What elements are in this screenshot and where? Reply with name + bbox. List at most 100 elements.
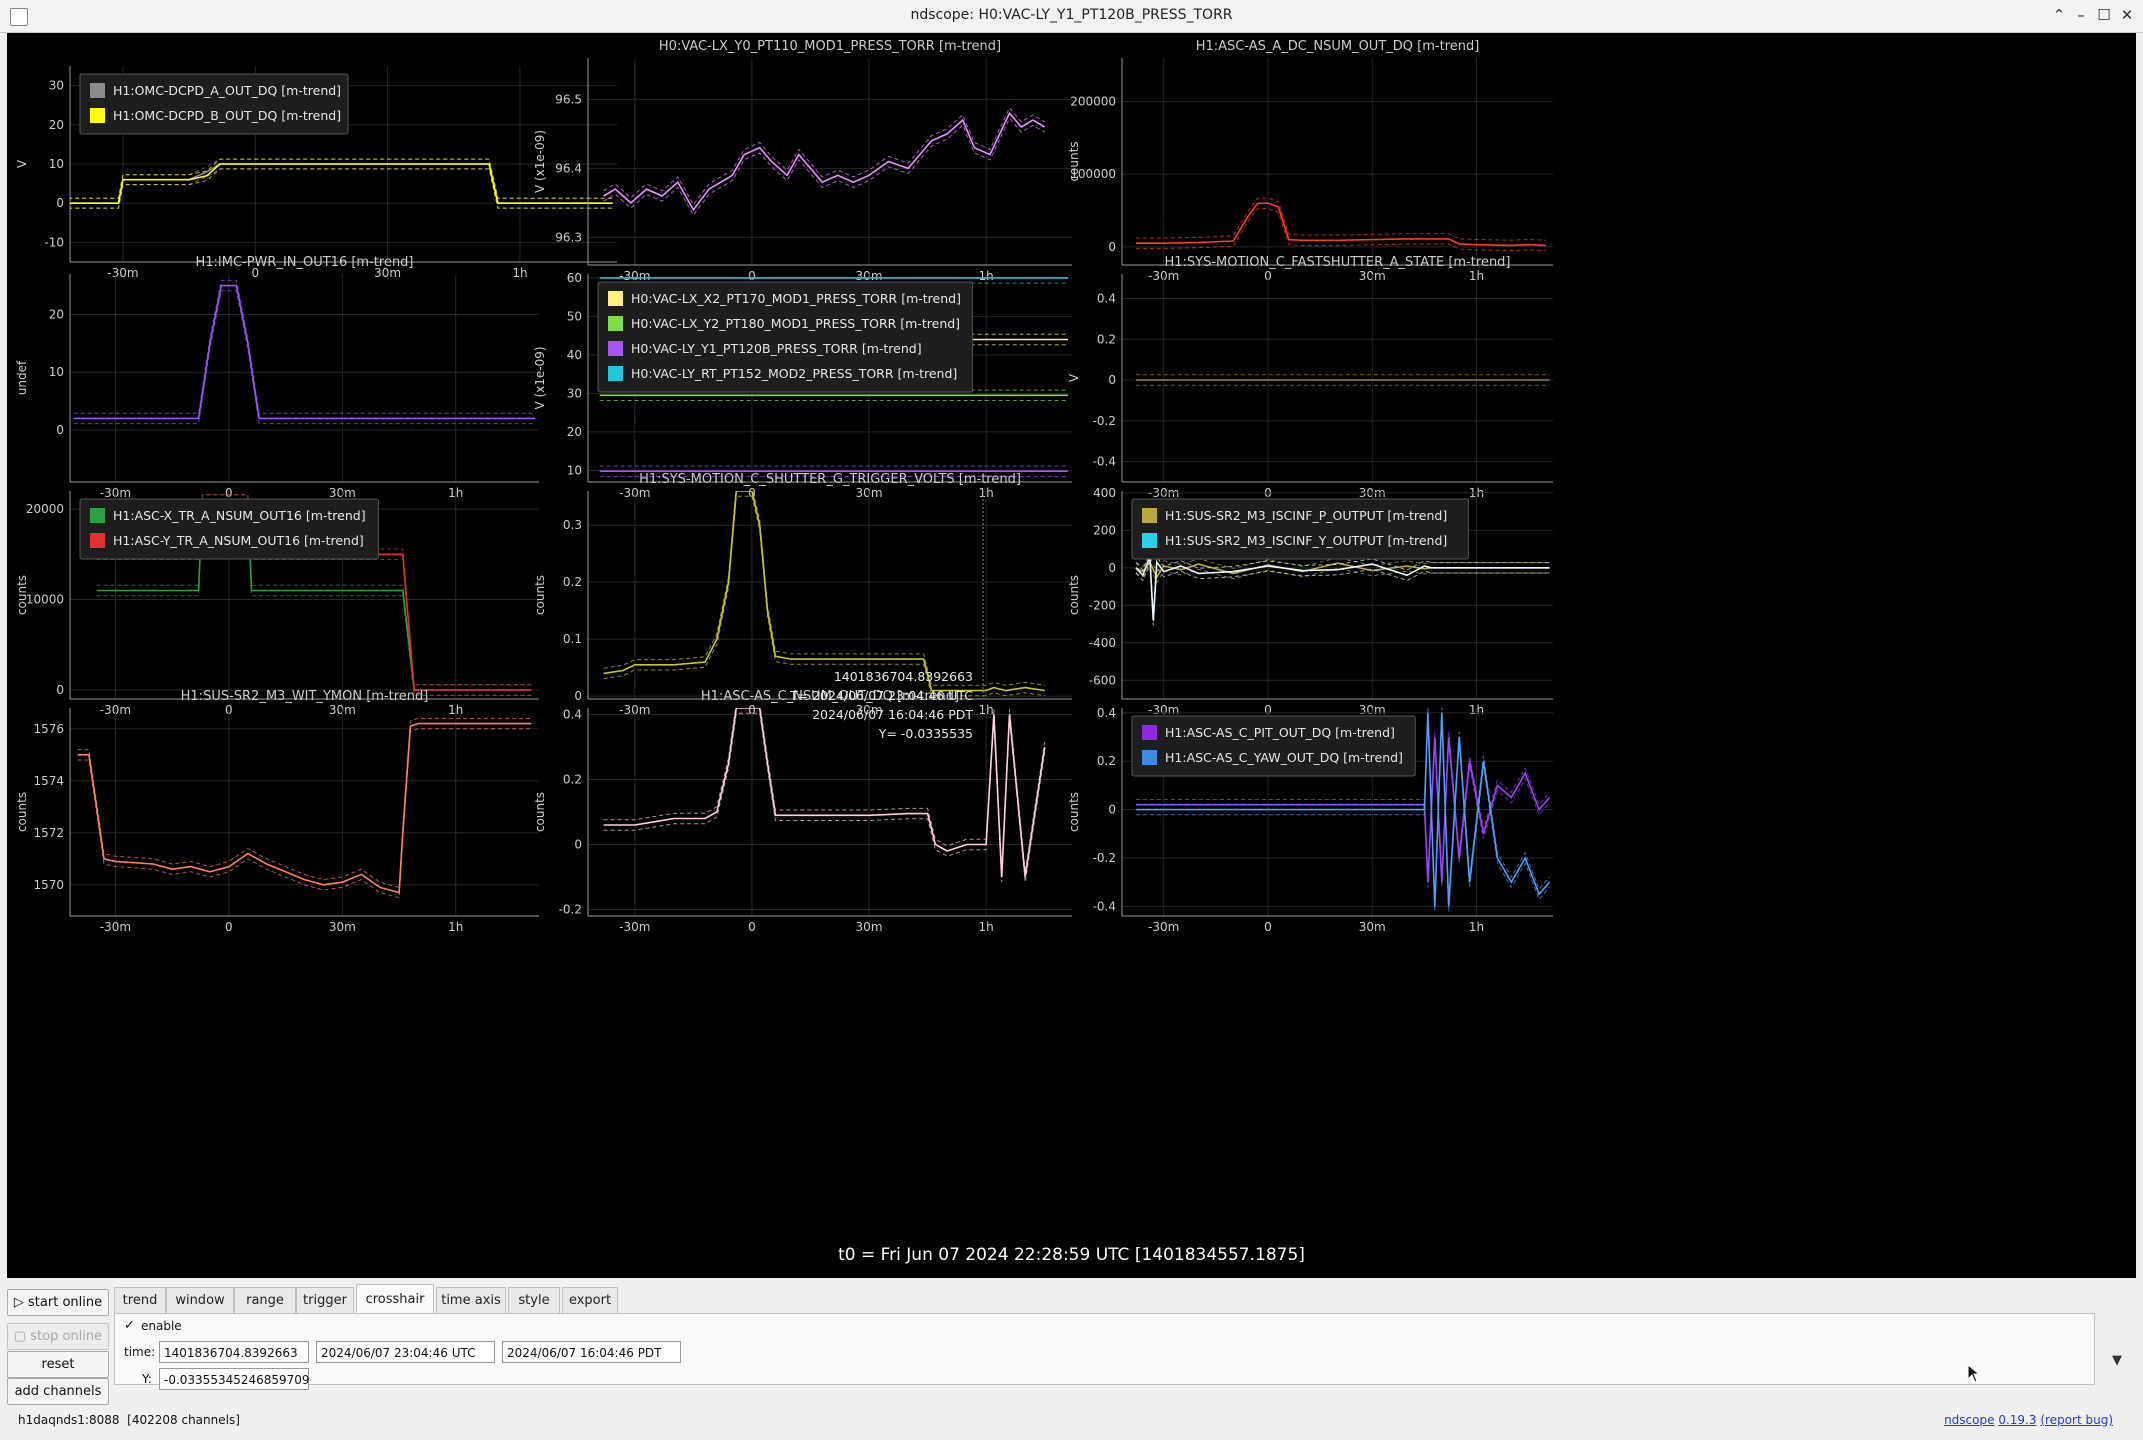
legend-entry: H1:OMC-DCPD_B_OUT_DQ [m-trend] xyxy=(113,108,341,123)
tab-trend[interactable]: trend xyxy=(114,1287,166,1314)
y-tick-label: 0.2 xyxy=(1097,332,1116,346)
version-link[interactable]: 0.19.3 xyxy=(1998,1413,2036,1427)
legend-swatch xyxy=(1142,533,1157,548)
y-axis-label: V xyxy=(1067,373,1081,382)
y-tick-label: 0.2 xyxy=(563,773,582,787)
plot-panel-8: H1:SYS-MOTION_C_SHUTTER_G_TRIGGER_VOLTS … xyxy=(533,472,1072,717)
y-tick-label: 0 xyxy=(574,838,582,852)
reset-button[interactable]: reset xyxy=(7,1351,109,1378)
tab-export[interactable]: export xyxy=(562,1287,618,1314)
series-line-1 xyxy=(77,722,532,894)
report-bug-link[interactable]: (report bug) xyxy=(2040,1413,2113,1427)
series-line-1 xyxy=(1135,202,1547,247)
enable-checkbox[interactable]: ✓ xyxy=(124,1318,135,1333)
y-tick-label: 20 xyxy=(49,118,64,132)
legend-entry: H0:VAC-LY_RT_PT152_MOD2_PRESS_TORR [m-tr… xyxy=(631,366,957,381)
series-min-line xyxy=(603,495,1045,697)
series-group xyxy=(1135,374,1550,386)
legend-swatch xyxy=(608,316,623,331)
series-max-line xyxy=(1135,197,1547,241)
window-title: ndscope: H0:VAC-LY_Y1_PT120B_PRESS_TORR xyxy=(910,7,1233,23)
y-axis-label: V (x1e-09) xyxy=(533,346,547,409)
y-tick-label: 10 xyxy=(49,365,64,379)
y-tick-label: 0 xyxy=(1108,240,1116,254)
series-group xyxy=(603,491,1045,697)
ndscope-link[interactable]: ndscope xyxy=(1944,1413,1994,1427)
y-value-field[interactable]: -0.03355345246859709 xyxy=(159,1368,310,1390)
x-tick-label: 1h xyxy=(512,266,527,280)
series-min-line xyxy=(73,290,536,425)
plot-panel-1: V3020100-10-30m 0 30m 1hH1:OMC-DCPD_A_OUT_D… xyxy=(15,66,617,280)
y-tick-label: 1572 xyxy=(33,826,64,840)
y-tick-label: 96.4 xyxy=(555,161,582,175)
channel-count: [402208 channels] xyxy=(127,1413,240,1427)
plot-panel-3: H1:ASC-AS_A_DC_NSUM_OUT_DQ [m-trend]coun… xyxy=(1067,39,1553,283)
plot-grid[interactable]: V 30 20 10 0 -10 -30m 0 30m 1h H1:OMC-DCPD_A_OUT_D… xyxy=(7,33,2136,1278)
plot-title: H1:ASC-AS_A_DC_NSUM_OUT_DQ [m-trend] xyxy=(1196,39,1480,54)
legend-swatch xyxy=(90,108,105,123)
legend-entry: H1:SUS-SR2_M3_ISCINF_Y_OUTPUT [m-trend] xyxy=(1165,533,1447,548)
plot-title: H1:SUS-SR2_M3_WIT_YMON [m-trend] xyxy=(181,689,429,704)
series-group xyxy=(70,158,613,209)
legend-swatch xyxy=(1142,750,1157,765)
tab-trigger[interactable]: trigger xyxy=(296,1287,354,1314)
y-tick-label: -0.2 xyxy=(559,903,582,917)
legend-swatch xyxy=(608,341,623,356)
help-icon[interactable]: ⌃ xyxy=(2048,4,2070,26)
x-tick-label: -30m xyxy=(619,920,650,934)
plot-title: H1:SYS-MOTION_C_SHUTTER_G_TRIGGER_VOLTS … xyxy=(639,472,1021,487)
time-label: time: xyxy=(124,1345,156,1359)
legend-swatch xyxy=(608,291,623,306)
plots-canvas[interactable]: V 30 20 10 0 -10 -30m 0 30m 1h H1:OMC-DCPD_A_OUT_D… xyxy=(7,33,2136,1278)
start-online-button[interactable]: ▷ start online xyxy=(7,1289,109,1316)
tab-time-axis[interactable]: time axis xyxy=(436,1287,506,1314)
y-axis-label: counts xyxy=(15,792,29,832)
status-bar: h1daqnds1:8088 [402208 channels] xyxy=(18,1413,240,1427)
x-tick-label: 30m xyxy=(1359,920,1386,934)
add-channels-button[interactable]: add channels xyxy=(7,1378,109,1405)
time-gps-field[interactable]: 1401836704.8392663 xyxy=(159,1341,309,1363)
close-icon[interactable]: ✕ xyxy=(2116,4,2138,26)
tab-window[interactable]: window xyxy=(166,1287,234,1314)
y-tick-label: 1570 xyxy=(33,878,64,892)
about-info: ndscope 0.19.3 (report bug) xyxy=(1944,1413,2113,1427)
y-axis-label: V (x1e-09) xyxy=(533,130,547,193)
expand-panel-icon[interactable]: ▼ xyxy=(2112,1353,2122,1368)
y-tick-label: -0.2 xyxy=(1093,414,1116,428)
y-tick-label: 30 xyxy=(567,386,582,400)
y-tick-label: 0.2 xyxy=(563,575,582,589)
tab-range[interactable]: range xyxy=(234,1287,296,1314)
time-utc-field[interactable]: 2024/06/07 23:04:46 UTC xyxy=(316,1341,495,1363)
series-group xyxy=(1135,551,1550,626)
y-tick-label: 0.4 xyxy=(1097,291,1116,305)
minimize-icon[interactable]: – xyxy=(2070,4,2092,26)
y-axis-label: counts xyxy=(533,575,547,615)
plot-panel-10: H1:SUS-SR2_M3_WIT_YMON [m-trend] counts 15… xyxy=(15,689,539,934)
y-tick-label: 0 xyxy=(1108,373,1116,387)
y-tick-label: 40 xyxy=(567,348,582,362)
y-axis-label: counts xyxy=(1067,792,1081,832)
series-group xyxy=(1135,197,1547,252)
y-axis-label: V xyxy=(15,159,29,168)
plot-panel-7: counts20000100000-30m030m1hH1:ASC-X_TR_A… xyxy=(15,491,539,717)
y-tick-label: 20 xyxy=(49,307,64,321)
y-tick-label: -0.4 xyxy=(1093,899,1116,913)
maximize-icon[interactable]: ☐ xyxy=(2093,4,2115,26)
series-group xyxy=(603,708,1046,883)
legend-entry: H1:OMC-DCPD_A_OUT_DQ [m-trend] xyxy=(113,83,341,98)
time-local-field[interactable]: 2024/06/07 16:04:46 PDT xyxy=(502,1341,681,1363)
series-line-1 xyxy=(603,111,1046,212)
tab-style[interactable]: style xyxy=(508,1287,560,1314)
legend-entry: H0:VAC-LX_Y2_PT180_MOD1_PRESS_TORR [m-tr… xyxy=(631,316,960,331)
series-line-1 xyxy=(73,284,536,420)
tab-crosshair[interactable]: crosshair xyxy=(356,1284,434,1315)
y-tick-label: 60 xyxy=(567,271,582,285)
legend: H1:ASC-X_TR_A_NSUM_OUT16 [m-trend] H1:ASC… xyxy=(79,498,379,560)
y-axis-label: counts xyxy=(533,792,547,832)
y-tick-label: 0.2 xyxy=(1097,754,1116,768)
y-tick-label: 1574 xyxy=(33,774,64,788)
plot-panel-6: H1:SYS-MOTION_C_FASTSHUTTER_A_STATE [m-t… xyxy=(1067,255,1553,500)
legend-swatch xyxy=(90,508,105,523)
series-max-line xyxy=(70,158,613,199)
legend-swatch xyxy=(90,533,105,548)
